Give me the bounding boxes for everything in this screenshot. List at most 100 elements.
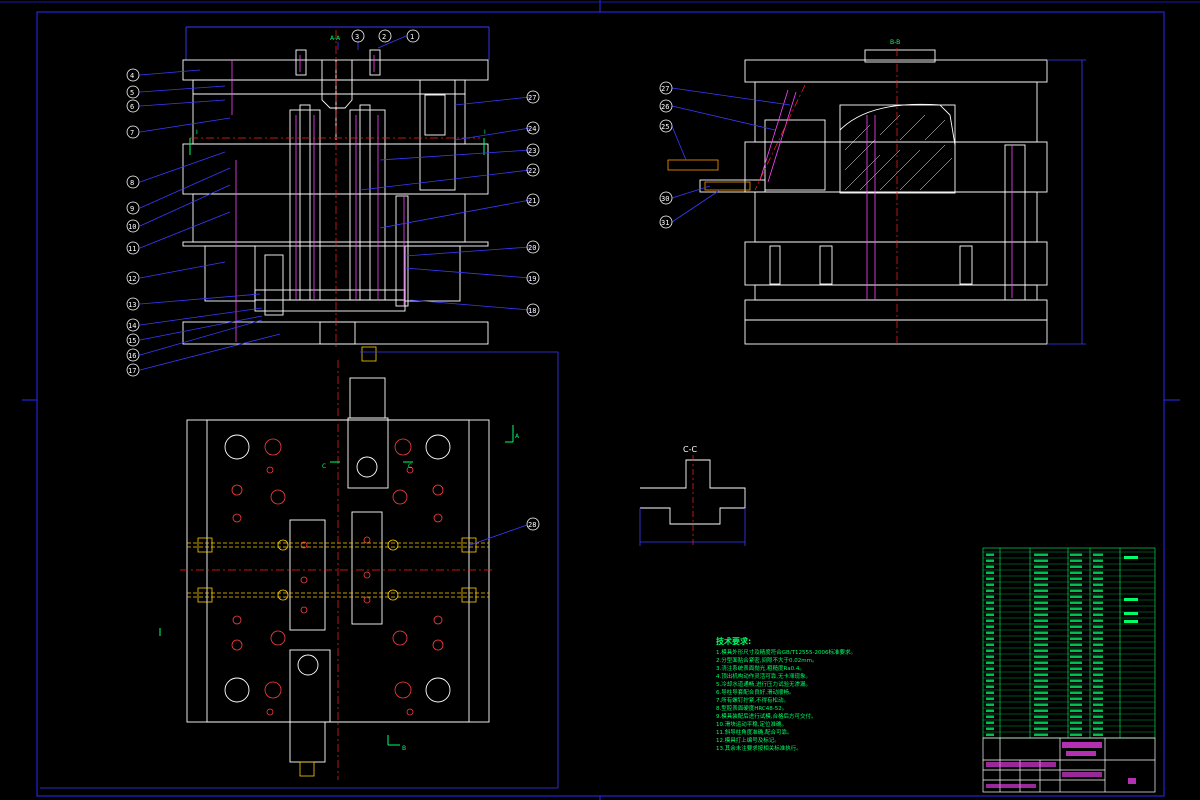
parts-row-glyphs bbox=[986, 625, 994, 628]
parts-row-glyphs bbox=[1093, 733, 1103, 736]
note-line-2: 2.分型面贴合紧密,间隙不大于0.02mm。 bbox=[716, 656, 817, 664]
parts-row-glyphs bbox=[986, 589, 994, 592]
part-2: 2 bbox=[382, 33, 386, 41]
parts-row-glyphs bbox=[1093, 691, 1103, 694]
part-22: 22 bbox=[528, 167, 536, 175]
parts-row-glyphs bbox=[986, 571, 994, 574]
side-leaders bbox=[671, 87, 791, 223]
parts-row-glyphs bbox=[986, 715, 994, 718]
note-line-3: 3.浇注系统表面抛光,粗糙度Ra0.4。 bbox=[716, 664, 805, 672]
note-line-10: 10.滑块运动平稳,定位准确。 bbox=[716, 720, 787, 728]
parts-row-glyphs bbox=[1093, 559, 1103, 562]
part-27-side: 27 bbox=[661, 85, 669, 93]
part-16: 16 bbox=[128, 352, 136, 360]
parts-row-glyphs bbox=[1034, 733, 1048, 736]
marker-b-bottom: B bbox=[402, 745, 406, 752]
parts-row-glyphs bbox=[986, 709, 994, 712]
part-27: 27 bbox=[528, 94, 536, 102]
parts-row-glyphs bbox=[1034, 649, 1048, 652]
parts-remark-glyphs bbox=[1124, 612, 1138, 615]
parts-row-glyphs bbox=[986, 667, 994, 670]
parts-row-glyphs bbox=[1070, 643, 1082, 646]
part-17: 17 bbox=[128, 367, 136, 375]
detail-c-c-dim bbox=[639, 508, 746, 546]
part-25: 25 bbox=[661, 123, 669, 131]
parts-row-glyphs bbox=[1070, 673, 1082, 676]
parts-row-glyphs bbox=[1070, 649, 1082, 652]
parts-row-glyphs bbox=[1093, 661, 1103, 664]
parts-row-glyphs bbox=[1093, 637, 1103, 640]
part-14: 14 bbox=[128, 322, 136, 330]
side-section-view bbox=[699, 49, 1048, 345]
parts-row-glyphs bbox=[1093, 577, 1103, 580]
part-1: 1 bbox=[410, 33, 414, 41]
parts-row-glyphs bbox=[986, 679, 994, 682]
parts-row-glyphs bbox=[986, 565, 994, 568]
detail-label: C-C bbox=[683, 445, 697, 454]
parts-row-glyphs bbox=[1070, 709, 1082, 712]
parts-row-glyphs bbox=[1070, 607, 1082, 610]
parts-row-glyphs bbox=[1093, 625, 1103, 628]
parts-row-glyphs bbox=[1070, 553, 1082, 556]
part-20: 20 bbox=[528, 244, 536, 252]
parts-row-glyphs bbox=[1034, 589, 1048, 592]
parts-row-glyphs bbox=[986, 583, 994, 586]
parts-row-glyphs bbox=[986, 727, 994, 730]
parts-row-glyphs bbox=[986, 601, 994, 604]
parts-row-glyphs bbox=[1070, 601, 1082, 604]
note-line-1: 1.模具外形尺寸及精度符合GB/T12555-2006标准要求。 bbox=[716, 648, 856, 656]
parts-row-glyphs bbox=[1093, 721, 1103, 724]
parts-row-glyphs bbox=[1093, 565, 1103, 568]
note-line-5: 5.冷却水道通畅,进行压力试验无渗漏。 bbox=[716, 680, 811, 688]
part-3: 3 bbox=[355, 33, 359, 41]
parts-row-glyphs bbox=[986, 655, 994, 658]
parts-row-glyphs bbox=[986, 637, 994, 640]
parts-row-glyphs bbox=[1093, 607, 1103, 610]
parts-row-glyphs bbox=[1093, 703, 1103, 706]
plan-view-features bbox=[231, 438, 444, 716]
parts-row-glyphs bbox=[1093, 727, 1103, 730]
parts-row-glyphs bbox=[986, 607, 994, 610]
balloon-labels-right: 27 24 23 22 21 20 19 18 bbox=[528, 94, 536, 315]
parts-row-glyphs bbox=[1093, 697, 1103, 700]
parts-row-glyphs bbox=[1070, 577, 1082, 580]
parts-row-glyphs bbox=[1034, 655, 1048, 658]
note-line-4: 4.顶出机构动作灵活可靠,无卡滞现象。 bbox=[716, 672, 811, 680]
part-10: 10 bbox=[128, 223, 136, 231]
parts-row-glyphs bbox=[1034, 619, 1048, 622]
title-block-fills bbox=[986, 742, 1136, 788]
parts-row-glyphs bbox=[1093, 649, 1103, 652]
part-7: 7 bbox=[130, 129, 134, 137]
parts-row-glyphs bbox=[1070, 715, 1082, 718]
side-section-centerlines bbox=[754, 48, 898, 346]
note-line-11: 11.斜导柱角度准确,配合可靠。 bbox=[716, 728, 793, 736]
part-21: 21 bbox=[528, 197, 536, 205]
parts-row-glyphs bbox=[1034, 595, 1048, 598]
parts-row-glyphs bbox=[1034, 643, 1048, 646]
note-line-9: 9.模具装配后进行试模,合格后方可交付。 bbox=[716, 712, 817, 720]
note-line-12: 12.模具打上编号及标记。 bbox=[716, 736, 780, 744]
plan-view-markers bbox=[159, 425, 514, 746]
parts-row-glyphs bbox=[986, 685, 994, 688]
parts-row-glyphs bbox=[1034, 565, 1048, 568]
parts-row-glyphs bbox=[986, 553, 994, 556]
parts-remark-glyphs bbox=[1124, 598, 1138, 601]
parts-row-glyphs bbox=[1070, 655, 1082, 658]
parts-row-glyphs bbox=[1034, 715, 1048, 718]
part-8: 8 bbox=[130, 179, 134, 187]
parts-row-glyphs bbox=[1093, 589, 1103, 592]
parts-row-glyphs bbox=[986, 691, 994, 694]
parts-row-glyphs bbox=[1070, 679, 1082, 682]
parts-row-glyphs bbox=[1093, 673, 1103, 676]
part-31: 31 bbox=[661, 219, 669, 227]
parts-row-glyphs bbox=[1070, 667, 1082, 670]
parts-row-glyphs bbox=[1070, 631, 1082, 634]
parts-row-glyphs bbox=[1070, 583, 1082, 586]
parts-row-glyphs bbox=[1093, 571, 1103, 574]
parts-row-glyphs bbox=[1034, 703, 1048, 706]
parts-row-glyphs bbox=[1093, 553, 1103, 556]
parts-row-glyphs bbox=[1070, 559, 1082, 562]
part-5: 5 bbox=[130, 89, 134, 97]
parts-row-glyphs bbox=[986, 643, 994, 646]
side-dimension bbox=[1047, 59, 1086, 345]
